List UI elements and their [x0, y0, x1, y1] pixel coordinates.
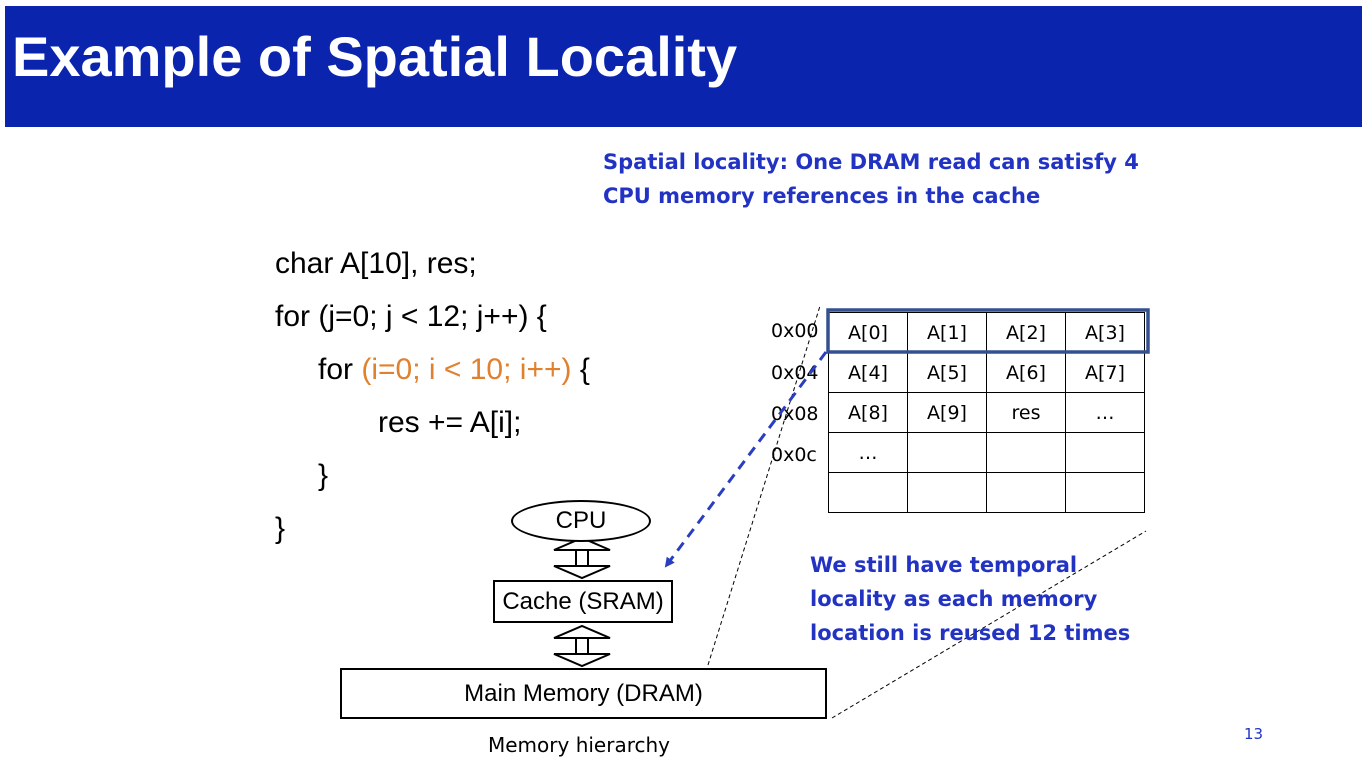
temporal-note-line1: We still have temporal: [810, 553, 1078, 577]
cache-line-highlight: [826, 308, 1150, 354]
cache-node: Cache (SRAM): [493, 580, 673, 623]
projection-line: [707, 305, 821, 666]
cache-fill-arrow: [664, 351, 828, 568]
diagram-overlay: [553, 305, 1150, 719]
cache-memory-double-arrow: [553, 624, 611, 668]
cpu-node: CPU: [511, 500, 651, 542]
temporal-note-line3: location is reused 12 times: [810, 621, 1131, 645]
hierarchy-caption: Memory hierarchy: [488, 733, 671, 757]
temporal-note-line2: locality as each memory: [810, 587, 1098, 611]
cpu-cache-double-arrow: [553, 536, 611, 580]
page-number: 13: [1244, 725, 1264, 743]
main-memory-node: Main Memory (DRAM): [340, 668, 827, 719]
